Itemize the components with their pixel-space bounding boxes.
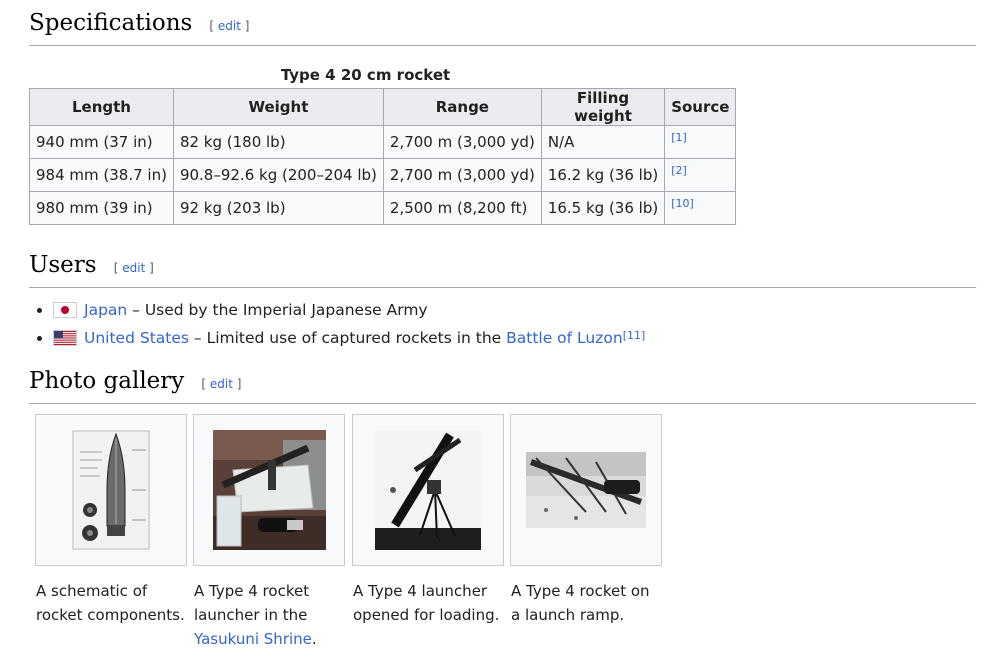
gallery-item: A Type 4 launcher opened for loading. bbox=[352, 414, 504, 627]
edit-section-specifications: [ edit ] bbox=[209, 19, 250, 33]
caption-tail: . bbox=[311, 630, 317, 648]
battle-of-luzon-link[interactable]: Battle of Luzon bbox=[506, 329, 623, 347]
country-link-japan[interactable]: Japan bbox=[84, 301, 127, 319]
column-header-range: Range bbox=[382, 88, 542, 126]
rocket-schematic-image bbox=[72, 430, 150, 550]
gallery-caption: A schematic of rocket components. bbox=[35, 579, 185, 627]
table-cell: 984 mm (38.7 in) bbox=[29, 158, 174, 192]
launcher-loading-photo bbox=[375, 430, 481, 550]
table-cell: 2,500 m (8,200 ft) bbox=[382, 191, 542, 225]
citation-link[interactable]: [10] bbox=[671, 197, 694, 210]
rocket-launcher-photo bbox=[212, 430, 326, 550]
table-cell: 82 kg (180 lb) bbox=[172, 125, 384, 159]
user-description: – Limited use of captured rockets in the bbox=[188, 329, 507, 347]
gallery-item: A Type 4 rocket launcher in the Yasukuni… bbox=[193, 414, 345, 651]
edit-link[interactable]: edit bbox=[218, 19, 241, 33]
gallery-thumbnail[interactable] bbox=[510, 414, 662, 566]
country-link-united-states[interactable]: United States bbox=[84, 329, 189, 347]
edit-section-gallery: [ edit ] bbox=[201, 377, 242, 391]
specifications-heading: Specifications [ edit ] bbox=[29, 10, 976, 46]
table-cell: 980 mm (39 in) bbox=[29, 191, 174, 225]
section-title-specifications: Specifications bbox=[29, 10, 193, 36]
gallery-thumbnail[interactable] bbox=[352, 414, 504, 566]
table-row: 980 mm (39 in) 92 kg (203 lb) 2,500 m (8… bbox=[29, 191, 737, 225]
table-cell: 92 kg (203 lb) bbox=[172, 191, 384, 225]
table-cell: 16.5 kg (36 lb) bbox=[540, 191, 666, 225]
column-header-weight: Weight bbox=[172, 88, 384, 126]
gallery-caption: A Type 4 launcher opened for loading. bbox=[352, 579, 502, 627]
yasukuni-shrine-link[interactable]: Yasukuni Shrine bbox=[194, 630, 312, 648]
gallery-item: A schematic of rocket components. bbox=[35, 414, 187, 627]
list-item: United States – Limited use of captured … bbox=[53, 324, 645, 352]
table-cell: [2] bbox=[664, 158, 737, 192]
table-cell: 90.8–92.6 kg (200–204 lb) bbox=[172, 158, 384, 192]
photo-gallery-heading: Photo gallery [ edit ] bbox=[29, 368, 976, 404]
table-caption: Type 4 20 cm rocket bbox=[280, 66, 451, 84]
gallery-caption: A Type 4 rocket launcher in the Yasukuni… bbox=[193, 579, 343, 651]
table-cell: 940 mm (37 in) bbox=[29, 125, 174, 159]
table-row: 984 mm (38.7 in) 90.8–92.6 kg (200–204 l… bbox=[29, 158, 737, 192]
table-cell: [1] bbox=[664, 125, 737, 159]
launch-ramp-photo bbox=[526, 452, 646, 528]
users-heading: Users [ edit ] bbox=[29, 252, 976, 288]
table-header-row: Length Weight Range Filling weight Sourc… bbox=[29, 88, 737, 126]
column-header-filling-weight: Filling weight bbox=[540, 88, 666, 126]
gallery-thumbnail[interactable] bbox=[35, 414, 187, 566]
gallery-thumbnail[interactable] bbox=[193, 414, 345, 566]
caption-text: A Type 4 launcher opened for loading. bbox=[353, 582, 500, 624]
caption-text: A Type 4 rocket launcher in the bbox=[194, 582, 310, 624]
specifications-table: Length Weight Range Filling weight Sourc… bbox=[29, 88, 737, 225]
section-title-users: Users bbox=[29, 252, 97, 278]
gallery-item: A Type 4 rocket on a launch ramp. bbox=[510, 414, 662, 627]
edit-section-users: [ edit ] bbox=[113, 261, 154, 275]
section-title-photo-gallery: Photo gallery bbox=[29, 368, 185, 394]
table-cell: 16.2 kg (36 lb) bbox=[540, 158, 666, 192]
table-row: 940 mm (37 in) 82 kg (180 lb) 2,700 m (3… bbox=[29, 125, 737, 159]
caption-text: A schematic of rocket components. bbox=[36, 582, 185, 624]
table-cell: N/A bbox=[540, 125, 666, 159]
gallery-caption: A Type 4 rocket on a launch ramp. bbox=[510, 579, 660, 627]
japan-flag-icon bbox=[53, 301, 77, 318]
column-header-source: Source bbox=[664, 88, 737, 126]
users-list: Japan – Used by the Imperial Japanese Ar… bbox=[29, 296, 645, 352]
us-flag-icon bbox=[53, 329, 77, 346]
table-cell: 2,700 m (3,000 yd) bbox=[382, 125, 542, 159]
caption-text: A Type 4 rocket on a launch ramp. bbox=[511, 582, 650, 624]
column-header-length: Length bbox=[29, 88, 174, 126]
edit-link[interactable]: edit bbox=[210, 377, 233, 391]
citation-link[interactable]: [11] bbox=[623, 329, 646, 342]
table-cell: [10] bbox=[664, 191, 737, 225]
edit-link[interactable]: edit bbox=[122, 261, 145, 275]
citation-link[interactable]: [1] bbox=[671, 131, 687, 144]
user-description: – Used by the Imperial Japanese Army bbox=[127, 301, 428, 319]
citation-link[interactable]: [2] bbox=[671, 164, 687, 177]
table-cell: 2,700 m (3,000 yd) bbox=[382, 158, 542, 192]
list-item: Japan – Used by the Imperial Japanese Ar… bbox=[53, 296, 645, 324]
